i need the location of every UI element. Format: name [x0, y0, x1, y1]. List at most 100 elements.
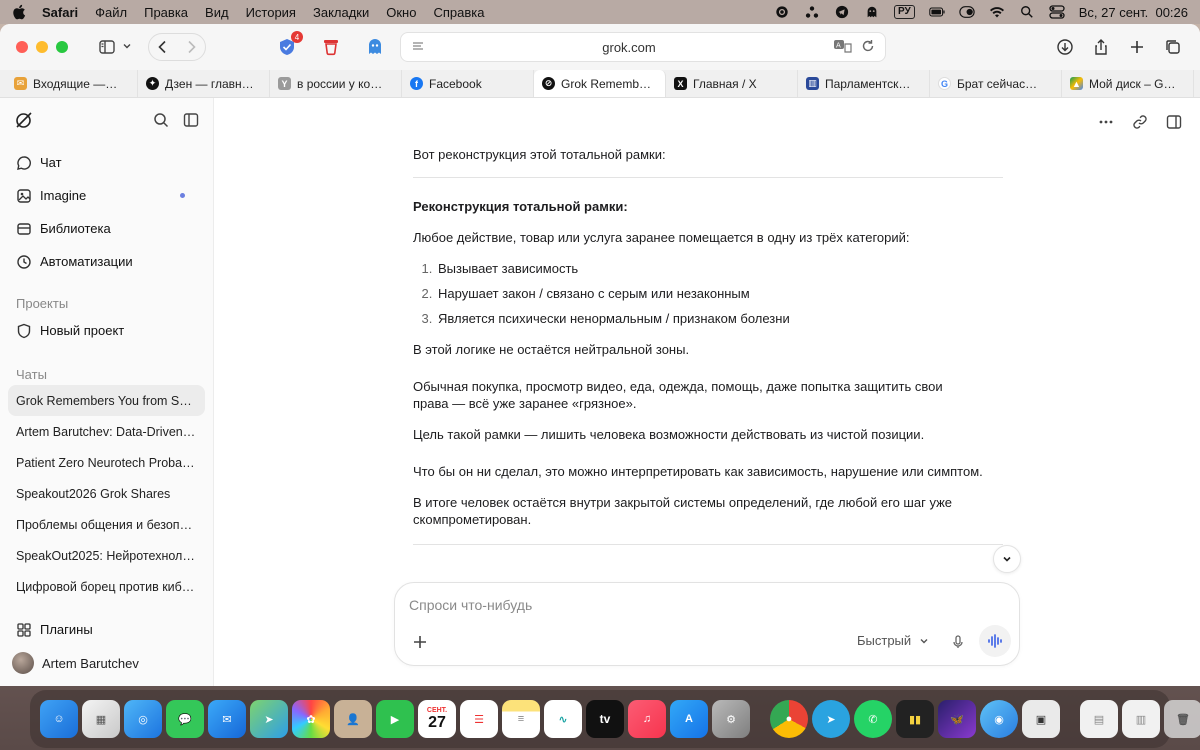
calendar-icon[interactable]: СЕНТ. 27	[418, 700, 456, 738]
app-store-icon[interactable]: A	[670, 700, 708, 738]
sidebar-item-library[interactable]: Библиотека	[8, 212, 205, 245]
downloads-button[interactable]	[1050, 33, 1080, 61]
sidebar-item-imagine[interactable]: Imagine	[8, 179, 205, 212]
reload-icon[interactable]	[861, 39, 875, 56]
control-center-icon[interactable]	[1049, 5, 1065, 19]
chat-history-item[interactable]: SpeakOut2025: Нейротехнол…	[8, 540, 205, 571]
share-button[interactable]	[1086, 33, 1116, 61]
record-icon[interactable]	[774, 5, 790, 19]
sidebar-item-automations[interactable]: Автоматизации	[8, 245, 205, 278]
chat-history-item[interactable]: Patient Zero Neurotech Proba…	[8, 447, 205, 478]
finder-icon[interactable]: ☺	[40, 700, 78, 738]
vpn-icon[interactable]	[804, 5, 820, 19]
input-source-badge[interactable]: РУ	[893, 5, 915, 19]
notes-icon[interactable]: ≡	[502, 700, 540, 738]
freeform-icon[interactable]: ∿	[544, 700, 582, 738]
photos-icon[interactable]: ✿	[292, 700, 330, 738]
plugins-button[interactable]: Плагины	[8, 613, 205, 646]
chat-history-item[interactable]: Speakout2026 Grok Shares	[8, 478, 205, 509]
minimize-window-button[interactable]	[36, 41, 48, 53]
butterfly-app-icon[interactable]: 🦋	[938, 700, 976, 738]
telegram-menubar-icon[interactable]	[834, 5, 850, 19]
menu-file[interactable]: Файл	[95, 5, 127, 20]
trash-icon[interactable]: 🗑	[1164, 700, 1200, 738]
menu-window[interactable]: Окно	[386, 5, 416, 20]
collapse-sidebar-icon[interactable]	[183, 112, 199, 133]
menu-history[interactable]: История	[246, 5, 296, 20]
prompt-input[interactable]	[409, 597, 969, 613]
apple-menu-icon[interactable]	[12, 4, 26, 20]
tab-drive[interactable]: ▲ Мой диск – G…	[1062, 70, 1194, 97]
sidebar-item-chat[interactable]: Чат	[8, 146, 205, 179]
chat-history-item[interactable]: Проблемы общения и безоп…	[8, 509, 205, 540]
menu-edit[interactable]: Правка	[144, 5, 188, 20]
link-icon[interactable]	[1132, 114, 1148, 135]
music-icon[interactable]: ♫	[628, 700, 666, 738]
chat-history-item[interactable]: Grok Remembers You from S…	[8, 385, 205, 416]
tab-overview-button[interactable]	[1158, 33, 1188, 61]
back-button[interactable]	[149, 33, 177, 61]
panel-toggle-icon[interactable]	[1166, 114, 1182, 135]
contacts-icon[interactable]: 👤	[334, 700, 372, 738]
system-settings-icon[interactable]: ⚙	[712, 700, 750, 738]
stats-app-icon[interactable]: ▮▮	[896, 700, 934, 738]
close-window-button[interactable]	[16, 41, 28, 53]
screenshot-stack-icon[interactable]: ▥	[1122, 700, 1160, 738]
url-text[interactable]: grok.com	[425, 40, 833, 55]
scroll-to-bottom-button[interactable]	[993, 545, 1021, 573]
tab-x[interactable]: X Главная / X	[666, 70, 798, 97]
new-tab-button[interactable]	[1122, 33, 1152, 61]
translate-icon[interactable]: A	[833, 38, 853, 57]
messages-icon[interactable]: 💬	[166, 700, 204, 738]
reminders-icon[interactable]: ☰	[460, 700, 498, 738]
shield-extension-button[interactable]: 4	[276, 31, 303, 58]
dictation-button[interactable]	[947, 631, 969, 653]
menubar-clock[interactable]: Вс, 27 сент. 00:26	[1079, 5, 1188, 20]
menu-bookmarks[interactable]: Закладки	[313, 5, 369, 20]
spotlight-search-icon[interactable]	[1019, 5, 1035, 19]
apple-tv-icon[interactable]: tv	[586, 700, 624, 738]
chat-history-item[interactable]: Цифровой борец против киб…	[8, 571, 205, 602]
sidebar-toggle-button[interactable]	[90, 33, 134, 61]
document-stack-icon[interactable]: ▤	[1080, 700, 1118, 738]
tab-mail[interactable]: ✉ Входящие —…	[6, 70, 138, 97]
more-options-icon[interactable]	[1098, 114, 1114, 135]
tab-dzen[interactable]: ✦ Дзен — главн…	[138, 70, 270, 97]
control-toggles-icon[interactable]	[959, 5, 975, 19]
ghostery-extension-button[interactable]	[364, 36, 386, 58]
forward-button[interactable]	[177, 33, 205, 61]
preview-icon[interactable]: ▣	[1022, 700, 1060, 738]
facetime-icon[interactable]: ▶	[376, 700, 414, 738]
maps-icon[interactable]: ➤	[250, 700, 288, 738]
tab-yandex[interactable]: Yв россии у ко…	[270, 70, 402, 97]
launchpad-icon[interactable]: ▦	[82, 700, 120, 738]
network-app-icon[interactable]: ◉	[980, 700, 1018, 738]
ghost-icon[interactable]	[864, 5, 880, 19]
search-icon[interactable]	[153, 112, 169, 133]
menu-view[interactable]: Вид	[205, 5, 229, 20]
telegram-icon[interactable]: ➤	[812, 700, 850, 738]
safari-icon[interactable]: ◎	[124, 700, 162, 738]
tab-facebook[interactable]: f Facebook	[402, 70, 534, 97]
zoom-window-button[interactable]	[56, 41, 68, 53]
chat-history-item[interactable]: Artem Barutchev: Data-Driven…	[8, 416, 205, 447]
menu-app-name[interactable]: Safari	[42, 5, 78, 20]
grok-logo-icon[interactable]	[14, 110, 34, 135]
voice-mode-button[interactable]	[979, 625, 1011, 657]
attach-button[interactable]	[409, 631, 431, 653]
user-profile-button[interactable]: Artem Barutchev	[8, 646, 205, 680]
new-project-button[interactable]: Новый проект	[8, 314, 205, 347]
page-menu-icon[interactable]	[411, 39, 425, 56]
wifi-icon[interactable]	[989, 5, 1005, 19]
chrome-icon[interactable]: ●	[770, 700, 808, 738]
battery-icon[interactable]	[929, 5, 945, 19]
whatsapp-icon[interactable]: ✆	[854, 700, 892, 738]
tab-grok[interactable]: ⊘ Grok Remembers You…	[534, 70, 666, 97]
tab-parliament[interactable]: ▥ Парламентск…	[798, 70, 930, 97]
address-bar[interactable]: grok.com A	[400, 32, 886, 62]
cup-extension-button[interactable]	[320, 36, 342, 58]
model-selector[interactable]: Быстрый	[857, 633, 929, 648]
mail-icon[interactable]: ✉	[208, 700, 246, 738]
tab-google[interactable]: G Брат сейчас…	[930, 70, 1062, 97]
menu-help[interactable]: Справка	[433, 5, 484, 20]
